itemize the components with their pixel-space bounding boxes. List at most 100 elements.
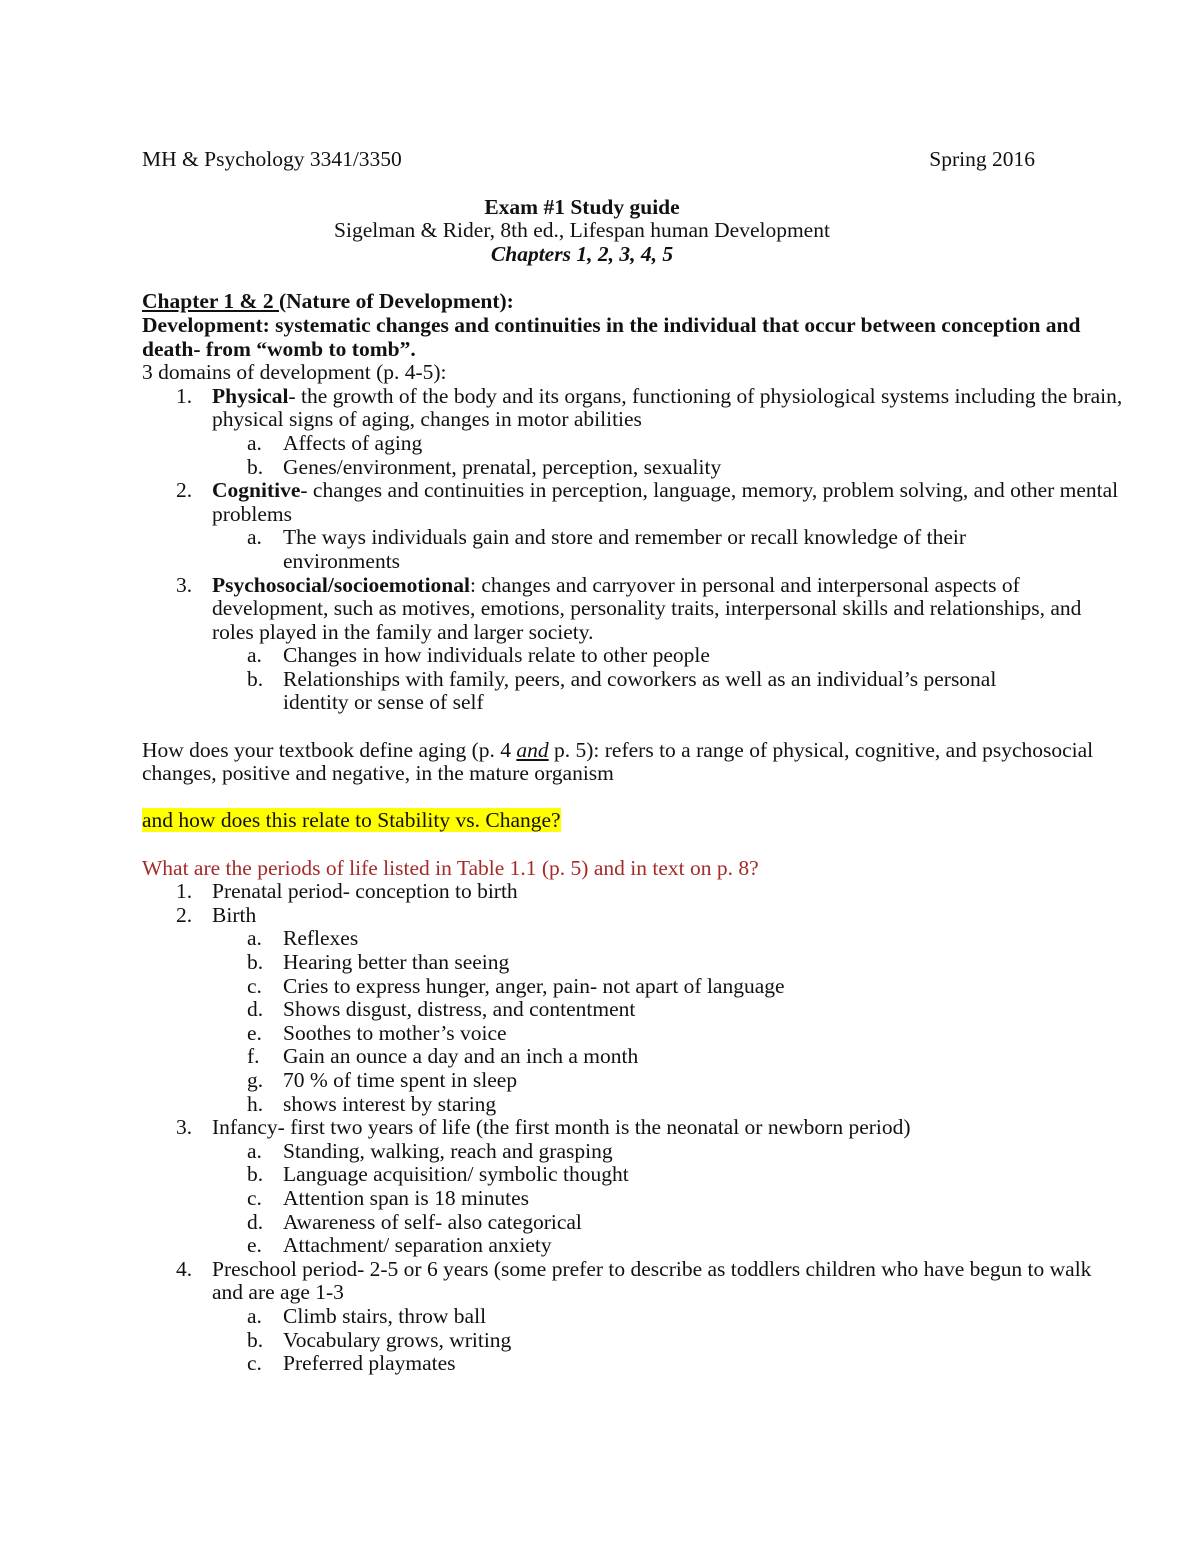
aging-question: How does your textbook define aging (p. …	[142, 737, 517, 762]
period-subitem: c. Preferred playmates	[142, 1351, 1127, 1376]
list-number: 1.	[176, 879, 193, 904]
subitem-text: 70 % of time spent in sleep	[283, 1067, 518, 1092]
subitem-text: Awareness of self- also categorical	[283, 1209, 582, 1234]
domain-subitem: b. Genes/environment, prenatal, perceptio…	[142, 454, 1127, 480]
period-subitem: a. Reflexes	[142, 927, 1127, 951]
course-name: MH & Psychology 3341/3350	[142, 147, 402, 171]
textbook-reference: Sigelman & Rider, 8th ed., Lifespan huma…	[334, 218, 830, 243]
section-heading: Chapter 1 & 2 (Nature of Development):	[142, 290, 1127, 314]
subitem-text: Soothes to mother’s voice	[283, 1020, 507, 1045]
list-letter: d.	[247, 1209, 264, 1234]
development-definition: Development: systematic changes and cont…	[142, 312, 1081, 361]
period-subitem: b. Hearing better than seeing	[142, 950, 1127, 975]
period-subitem: a. Standing, walking, reach and grasping	[142, 1138, 1127, 1164]
subitem-text: Affects of aging	[283, 430, 423, 455]
subitem-text: The ways individuals gain and store and …	[283, 525, 966, 573]
domain-subitem: a. Changes in how individuals relate to o…	[142, 643, 1127, 668]
list-letter: b.	[247, 950, 264, 974]
period-text: Preschool period- 2-5 or 6 years (some p…	[212, 1256, 1092, 1305]
period-subitem: a. Climb stairs, throw ball	[142, 1303, 1127, 1329]
subitem-text: Changes in how individuals relate to oth…	[283, 643, 710, 668]
list-letter: a.	[247, 926, 262, 951]
list-number: 4.	[176, 1256, 193, 1281]
chapters-covered: Chapters 1, 2, 3, 4, 5	[490, 241, 674, 266]
list-letter: d.	[247, 997, 264, 1022]
list-letter: b.	[247, 1327, 264, 1352]
period-subitem: c. Attention span is 18 minutes	[142, 1185, 1127, 1211]
period-item: 2. Birth	[142, 902, 1127, 928]
highlighted-text: and how does this relate to Stability vs…	[142, 808, 561, 833]
list-number: 3.	[176, 572, 193, 597]
period-subitem: b. Vocabulary grows, writing	[142, 1327, 1127, 1353]
subitem-text: Shows disgust, distress, and contentment	[283, 997, 636, 1022]
aging-emphasis: and	[516, 737, 549, 762]
period-subitem: e. Attachment/ separation anxiety	[142, 1233, 1127, 1258]
period-text: Infancy- first two years of life (the fi…	[212, 1115, 911, 1140]
period-subitem: d. Awareness of self- also categorical	[142, 1209, 1127, 1235]
domains-intro: 3 domains of development (p. 4-5):	[142, 360, 447, 385]
subitem-text: Relationships with family, peers, and co…	[283, 666, 997, 715]
period-item: 1. Prenatal period- conception to birth	[142, 879, 1127, 904]
list-letter: f.	[247, 1044, 260, 1069]
domain-description: - changes and continuities in perception…	[212, 478, 1119, 526]
document-header: MH & Psychology 3341/3350 Spring 2016	[142, 147, 1035, 172]
domains-list: 1. Physical- the growth of the body and …	[142, 383, 1127, 715]
list-letter: a.	[247, 643, 262, 668]
term: Spring 2016	[929, 147, 1035, 171]
domain-subitem: b. Relationships with family, peers, and …	[142, 666, 1063, 715]
subitem-text: Standing, walking, reach and grasping	[283, 1138, 613, 1163]
list-letter: b.	[247, 666, 264, 691]
section-heading-topic: (Nature of Development):	[278, 289, 514, 314]
period-subitem: e. Soothes to mother’s voice	[142, 1020, 1127, 1046]
period-subitem: g. 70 % of time spent in sleep	[142, 1067, 1127, 1093]
list-number: 1.	[176, 383, 193, 408]
period-text: Prenatal period- conception to birth	[212, 879, 518, 904]
list-letter: c.	[247, 1185, 262, 1210]
period-item: 4. Preschool period- 2-5 or 6 years (some…	[142, 1256, 1127, 1305]
list-letter: g.	[247, 1067, 264, 1092]
list-letter: h.	[247, 1091, 264, 1116]
list-letter: a.	[247, 1138, 262, 1163]
list-letter: e.	[247, 1233, 262, 1258]
domain-subitem: a. Affects of aging	[142, 430, 1127, 456]
subitem-text: shows interest by staring	[283, 1091, 497, 1116]
period-text: Birth	[212, 902, 257, 927]
subitem-text: Language acquisition/ symbolic thought	[283, 1162, 629, 1187]
period-item: 3. Infancy- first two years of life (the …	[142, 1115, 1127, 1140]
domain-item: 3. Psychosocial/socioemotional: changes …	[142, 572, 1127, 645]
subitem-text: Vocabulary grows, writing	[283, 1327, 512, 1352]
subitem-text: Genes/environment, prenatal, perception,…	[283, 454, 722, 479]
list-number: 3.	[176, 1115, 193, 1140]
period-subitem: b. Language acquisition/ symbolic thought	[142, 1163, 1127, 1187]
list-number: 2.	[176, 478, 193, 503]
period-subitem: c. Cries to express hunger, anger, pain- …	[142, 973, 1127, 999]
list-number: 2.	[176, 902, 193, 927]
periods-list: 1. Prenatal period- conception to birth 2…	[142, 879, 1127, 1376]
period-subitem: f. Gain an ounce a day and an inch a mont…	[142, 1045, 1127, 1069]
subitem-text: Reflexes	[283, 926, 359, 951]
list-letter: c.	[247, 1351, 262, 1376]
periods-question: What are the periods of life listed in T…	[142, 855, 759, 880]
list-letter: e.	[247, 1020, 262, 1045]
domain-term: Physical	[212, 383, 289, 408]
domain-description: - the growth of the body and its organs,…	[212, 383, 1123, 432]
list-letter: c.	[247, 973, 262, 998]
document-title: Exam #1 Study guide	[484, 194, 680, 219]
period-subitem: h. shows interest by staring	[142, 1091, 1127, 1117]
period-subitem: d. Shows disgust, distress, and contentme…	[142, 997, 1127, 1022]
list-letter: a.	[247, 1303, 262, 1328]
section-heading-chapter: Chapter 1 & 2	[142, 289, 279, 314]
subitem-text: Preferred playmates	[283, 1351, 456, 1376]
subitem-text: Attachment/ separation anxiety	[283, 1233, 552, 1258]
domain-term: Cognitive	[212, 478, 301, 503]
list-letter: b.	[247, 454, 264, 479]
subitem-text: Gain an ounce a day and an inch a month	[283, 1044, 639, 1069]
domain-subitem: a. The ways individuals gain and store an…	[142, 526, 1043, 573]
highlighted-question: and how does this relate to Stability vs…	[142, 808, 1127, 833]
document-page: MH & Psychology 3341/3350 Spring 2016 Ex…	[142, 147, 1127, 1376]
aging-definition: How does your textbook define aging (p. …	[142, 737, 1102, 786]
list-letter: a.	[247, 430, 262, 455]
